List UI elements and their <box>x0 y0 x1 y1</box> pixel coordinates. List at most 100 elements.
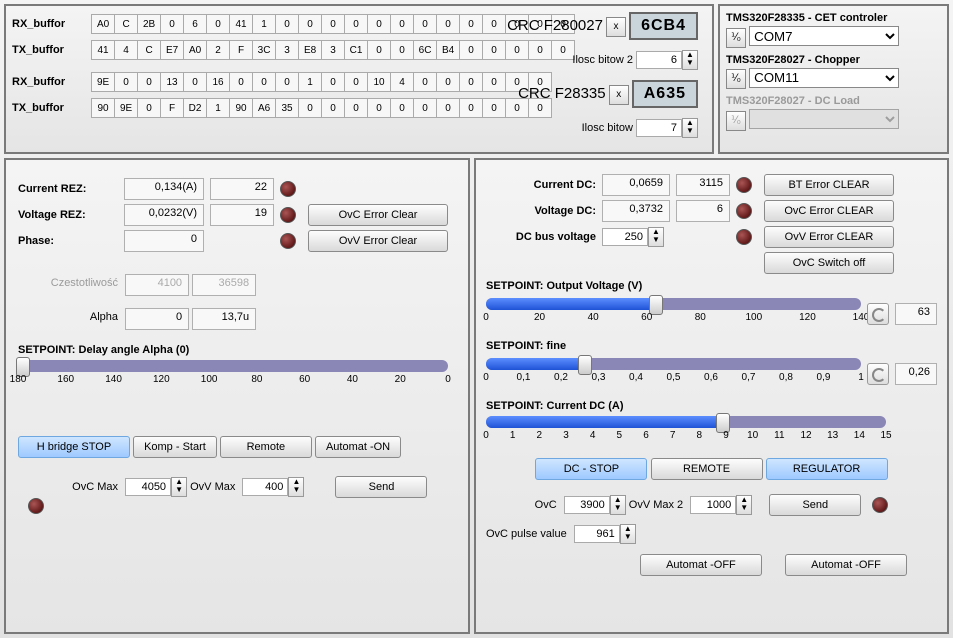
right-panel: Current DC: 0,0659 3115 BT Error CLEAR V… <box>474 158 949 634</box>
com2-title: TMS320F28027 - Chopper <box>726 54 941 66</box>
s2-ticks: 00,10,20,30,40,50,60,70,80,91 <box>486 372 861 394</box>
s2-value[interactable]: 0,26 <box>895 363 937 385</box>
alpha-slider[interactable] <box>18 360 448 372</box>
ovcmax-spinner[interactable]: 4050▲▼ <box>125 477 187 497</box>
s2-slider[interactable] <box>486 358 861 370</box>
czest-a: 4100 <box>125 274 189 296</box>
io-icon[interactable]: x <box>609 85 629 105</box>
volrez-value: 0,0232(V) <box>124 204 204 226</box>
alpha-b: 13,7u <box>192 308 256 330</box>
automat-off-1-button[interactable]: Automat -OFF <box>640 554 762 576</box>
vdc-label: Voltage DC: <box>486 205 596 217</box>
com3-title: TMS320F28027 - DC Load <box>726 95 941 107</box>
dc-stop-button[interactable]: DC - STOP <box>535 458 647 480</box>
s3-slider[interactable] <box>486 416 886 428</box>
ovv-error-clear-button[interactable]: OvV Error Clear <box>308 230 448 252</box>
alpha-setpoint-title: SETPOINT: Delay angle Alpha (0) <box>18 344 456 356</box>
s3-title: SETPOINT: Current DC (A) <box>486 400 937 412</box>
rx2-label: RX_buffor <box>12 76 88 88</box>
com2-select[interactable]: COM11 <box>749 68 899 88</box>
io-icon[interactable]: x <box>606 17 626 37</box>
s2-title: SETPOINT: fine <box>486 340 937 352</box>
cdc-led <box>736 177 752 193</box>
automat-on-button[interactable]: Automat -ON <box>315 436 401 458</box>
bus-label: DC bus voltage <box>486 231 596 243</box>
com1-select[interactable]: COM7 <box>749 26 899 46</box>
rx1-buffer: A0C2B0604110000000000000 <box>91 14 575 34</box>
crc2-label: CRC F28335 <box>518 85 606 102</box>
tx2-label: TX_buffor <box>12 102 88 114</box>
bus-spinner[interactable]: 250▲▼ <box>602 227 670 247</box>
pulse-label: OvC pulse value <box>486 528 567 540</box>
ilosc-label: Ilosc bitow <box>582 122 633 134</box>
crc1-label: CRC F280027 <box>507 17 603 34</box>
crc2-value: A635 <box>632 80 698 108</box>
tx1-label: TX_buffor <box>12 44 88 56</box>
io-toggle-icon[interactable]: ⅟₀ <box>726 28 746 48</box>
ovc2-spinner[interactable]: 3900▲▼ <box>564 495 626 515</box>
vdc-a: 0,3732 <box>602 200 670 222</box>
ovc-switch-off-button[interactable]: OvC Switch off <box>764 252 894 274</box>
cdc-b: 3115 <box>676 174 730 196</box>
volrez-raw: 19 <box>210 204 274 226</box>
ovc2-label: OvC <box>535 499 557 511</box>
vdc-led <box>736 203 752 219</box>
s3-ticks: 0123456789101112131415 <box>486 430 886 452</box>
volrez-label: Voltage REZ: <box>18 209 118 221</box>
komp-start-button[interactable]: Komp - Start <box>133 436 217 458</box>
ovvmax-spinner[interactable]: 400▲▼ <box>242 477 304 497</box>
s1-title: SETPOINT: Output Voltage (V) <box>486 280 937 292</box>
com3-select <box>749 109 899 129</box>
left-panel: Current REZ: 0,134(A) 22 Voltage REZ: 0,… <box>4 158 470 634</box>
send-led <box>872 497 888 513</box>
s1-ticks: 020406080100120140 <box>486 312 861 334</box>
alpha-label: Alpha <box>18 311 118 323</box>
crc1-value: 6CB4 <box>629 12 698 40</box>
phase-value: 0 <box>124 230 204 252</box>
buffers-panel: RX_buffor A0C2B0604110000000000000 TX_bu… <box>4 4 714 154</box>
rx2-buffer: 9E0013016000100104000000 <box>91 72 552 92</box>
ilosc-spinner[interactable]: 7▲▼ <box>636 118 698 138</box>
knob-icon[interactable] <box>867 363 889 385</box>
tx2-buffer: 909E0FD2190A63500000000000 <box>91 98 552 118</box>
tx1-buffer: 414CE7A02F3C3E83C1006CB400000 <box>91 40 575 60</box>
send-button[interactable]: Send <box>335 476 427 498</box>
com1-title: TMS320F28335 - CET controler <box>726 12 941 24</box>
ovcmax-label: OvC Max <box>18 481 118 493</box>
alpha-ticks: 180160140120100806040200 <box>18 374 448 396</box>
s1-slider[interactable] <box>486 298 861 310</box>
bus-led <box>736 229 752 245</box>
phase-led <box>280 233 296 249</box>
currez-value: 0,134(A) <box>124 178 204 200</box>
ovc-error-clear-button[interactable]: OvC Error Clear <box>308 204 448 226</box>
remote-button[interactable]: REMOTE <box>651 458 763 480</box>
send-led <box>28 498 44 514</box>
czest-b: 36598 <box>192 274 256 296</box>
ovvmax2-spinner[interactable]: 1000▲▼ <box>690 495 752 515</box>
pulse-spinner[interactable]: 961▲▼ <box>574 524 636 544</box>
remote-button[interactable]: Remote <box>220 436 312 458</box>
czest-label: Czestotliwość <box>18 277 118 289</box>
send-button[interactable]: Send <box>769 494 861 516</box>
io-toggle-icon: ⅟₀ <box>726 111 746 131</box>
ovvmax-label: OvV Max <box>190 481 235 493</box>
hbridge-stop-button[interactable]: H bridge STOP <box>18 436 130 458</box>
ovc-error-clear-button[interactable]: OvC Error CLEAR <box>764 200 894 222</box>
knob-icon[interactable] <box>867 303 889 325</box>
cdc-label: Current DC: <box>486 179 596 191</box>
automat-off-2-button[interactable]: Automat -OFF <box>785 554 907 576</box>
s1-value[interactable]: 63 <box>895 303 937 325</box>
bt-error-clear-button[interactable]: BT Error CLEAR <box>764 174 894 196</box>
volrez-led <box>280 207 296 223</box>
io-toggle-icon[interactable]: ⅟₀ <box>726 69 746 89</box>
regulator-button[interactable]: REGULATOR <box>766 458 888 480</box>
ilosc2-spinner[interactable]: 6▲▼ <box>636 50 698 70</box>
currez-label: Current REZ: <box>18 183 118 195</box>
currez-led <box>280 181 296 197</box>
currez-raw: 22 <box>210 178 274 200</box>
phase-label: Phase: <box>18 235 118 247</box>
rx1-label: RX_buffor <box>12 18 88 30</box>
vdc-b: 6 <box>676 200 730 222</box>
com-panel: TMS320F28335 - CET controler ⅟₀ COM7 TMS… <box>718 4 949 154</box>
ovv-error-clear-button[interactable]: OvV Error CLEAR <box>764 226 894 248</box>
